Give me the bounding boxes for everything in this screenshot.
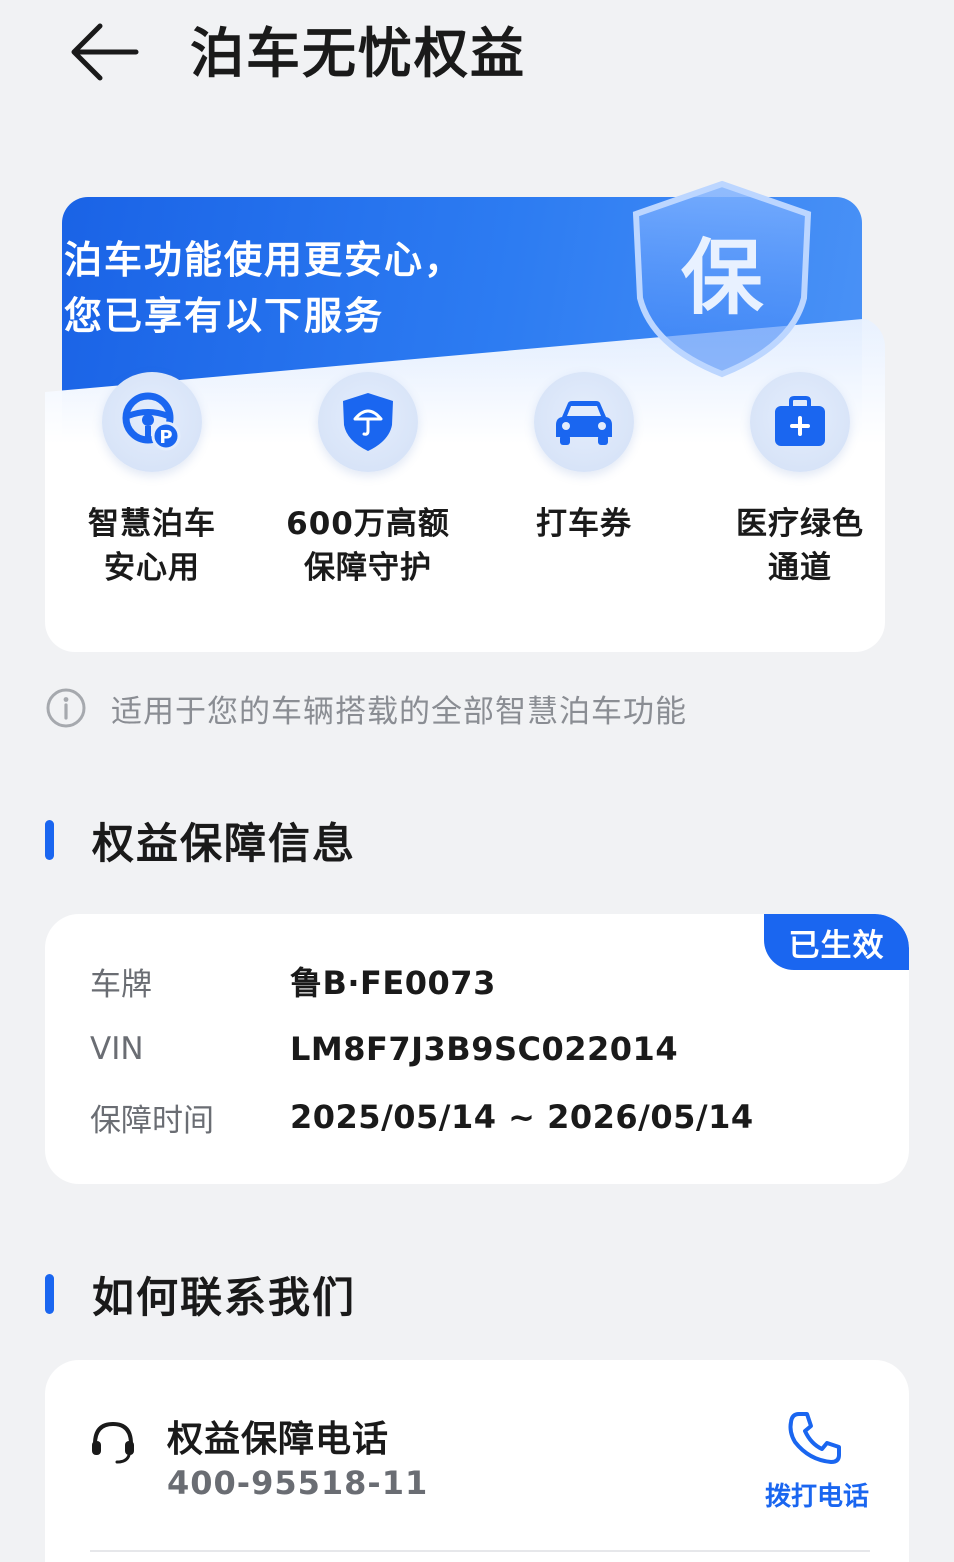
section-heading: 如何联系我们 [92, 1272, 357, 1322]
info-label: 车牌 [90, 966, 152, 1003]
car-icon [556, 401, 612, 445]
header: 泊车无忧权益 [0, 0, 954, 110]
svg-text:保: 保 [681, 231, 764, 326]
phone-icon [788, 1412, 841, 1464]
info-value: LM8F7J3B9SC022014 [290, 1030, 679, 1068]
contact-phone-number: 400-95518-11 [167, 1464, 429, 1502]
status-badge: 已生效 [764, 914, 909, 970]
section-heading: 权益保障信息 [92, 818, 357, 868]
medical-kit-icon [775, 396, 825, 446]
service-icon-badge [318, 372, 418, 472]
notice-text: 适用于您的车辆搭载的全部智慧泊车功能 [111, 693, 687, 730]
service-item-taxi-voucher[interactable]: 打车券 [484, 372, 684, 546]
info-value: 鲁B·FE0073 [290, 964, 496, 1002]
contact-title: 权益保障电话 [167, 1419, 390, 1460]
page-title: 泊车无忧权益 [190, 22, 526, 85]
svg-text:P: P [159, 427, 172, 448]
steering-wheel-parking-icon: P [122, 392, 181, 451]
contact-card: 权益保障电话 400-95518-11 拨打电话 [45, 1360, 909, 1562]
section-accent-bar [45, 1274, 54, 1314]
service-item-smart-parking[interactable]: P 智慧泊车 安心用 [52, 372, 252, 590]
info-icon [46, 688, 86, 728]
service-label: 打车券 [536, 506, 632, 542]
service-icon-badge [750, 372, 850, 472]
service-label: 600万高额 保障守护 [286, 506, 450, 586]
service-label: 医疗绿色 通道 [736, 506, 864, 586]
call-button-label: 拨打电话 [764, 1482, 869, 1512]
headset-icon [92, 1421, 134, 1464]
service-icon-badge [534, 372, 634, 472]
service-item-medical[interactable]: 医疗绿色 通道 [700, 372, 900, 590]
umbrella-shield-icon [343, 393, 393, 451]
service-label: 智慧泊车 安心用 [88, 506, 216, 586]
service-icon-badge: P [102, 372, 202, 472]
info-row-period: 保障时间 2025/05/14 ~ 2026/05/14 [90, 1092, 754, 1142]
back-button[interactable] [66, 18, 142, 86]
service-item-coverage[interactable]: 600万高额 保障守护 [268, 372, 468, 590]
info-value: 2025/05/14 ~ 2026/05/14 [290, 1098, 754, 1136]
info-row-plate: 车牌 鲁B·FE0073 [90, 956, 496, 1006]
section-accent-bar [45, 820, 54, 860]
hero-line-2: 您已享有以下服务 [64, 294, 385, 338]
call-button[interactable]: 拨打电话 [757, 1408, 877, 1518]
arrow-left-icon [71, 23, 139, 81]
shield-icon: 保 [622, 178, 822, 378]
divider [90, 1550, 870, 1552]
section-title-contact: 如何联系我们 [45, 1269, 356, 1322]
hero-headline: 泊车功能使用更安心， 您已享有以下服务 [64, 232, 464, 344]
info-label: VIN [90, 1031, 144, 1067]
section-title-info: 权益保障信息 [45, 815, 356, 868]
coverage-info-card: 已生效 车牌 鲁B·FE0073 VIN LM8F7J3B9SC022014 保… [45, 914, 909, 1184]
notice: 适用于您的车辆搭载的全部智慧泊车功能 [45, 686, 687, 730]
info-label: 保障时间 [90, 1102, 214, 1139]
hero-line-1: 泊车功能使用更安心， [64, 238, 465, 282]
info-row-vin: VIN LM8F7J3B9SC022014 [90, 1024, 678, 1074]
